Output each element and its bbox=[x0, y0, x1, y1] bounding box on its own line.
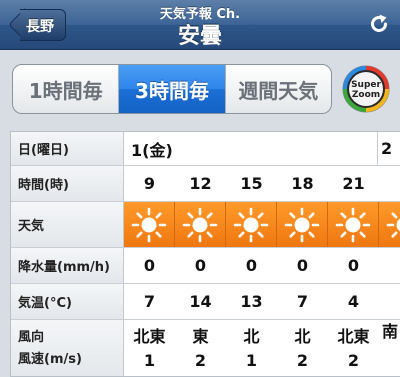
super-zoom-label-line1: Super bbox=[351, 80, 381, 90]
wind-row: 風向 風速(m/s) 北東 1 東 2 北 1 北 2 北東 2 南 bbox=[11, 320, 400, 376]
temperature-cell: 14 bbox=[189, 292, 212, 311]
super-zoom-button[interactable]: Super Zoom bbox=[342, 65, 390, 113]
time-cell: 9 bbox=[143, 174, 156, 193]
wind-direction: 北 bbox=[294, 327, 311, 346]
precipitation-row-label: 降水量(mm/h) bbox=[11, 248, 124, 283]
page-title: 安曇 bbox=[177, 24, 222, 49]
back-button-label: 長野 bbox=[26, 19, 54, 35]
date-row-label: 日(曜日) bbox=[11, 132, 124, 165]
wind-cell: 北東 1 bbox=[124, 320, 175, 376]
precipitation-row: 降水量(mm/h) 0 0 0 0 0 bbox=[11, 248, 400, 284]
wind-speed: 1 bbox=[143, 351, 156, 370]
temperature-row: 気温(°C) 7 14 13 7 4 bbox=[11, 284, 400, 320]
wind-cell: 北東 2 bbox=[328, 320, 379, 376]
time-cell: 15 bbox=[240, 174, 263, 193]
wind-speed: 1 bbox=[245, 351, 258, 370]
wind-cell: 東 2 bbox=[175, 320, 226, 376]
weather-row: 天気 bbox=[11, 202, 400, 248]
weather-row-label: 天気 bbox=[11, 202, 124, 247]
precipitation-cell: 0 bbox=[296, 256, 309, 275]
sun-icon bbox=[277, 202, 328, 247]
precipitation-cell: 0 bbox=[143, 256, 156, 275]
wind-speed-label: 風速(m/s) bbox=[18, 352, 82, 367]
temperature-cell: 4 bbox=[347, 292, 360, 311]
time-cell: 12 bbox=[189, 174, 212, 193]
wind-direction: 東 bbox=[192, 327, 209, 346]
sun-icon bbox=[379, 202, 400, 247]
sun-icon bbox=[175, 202, 226, 247]
wind-direction: 北 bbox=[243, 327, 260, 346]
wind-row-label: 風向 風速(m/s) bbox=[11, 320, 124, 376]
tab-3hourly[interactable]: 3時間毎 bbox=[118, 65, 225, 113]
sun-icon bbox=[226, 202, 277, 247]
tab-weekly[interactable]: 週間天気 bbox=[224, 65, 331, 113]
wind-cell-partial: 南 bbox=[379, 320, 400, 376]
wind-speed: 2 bbox=[194, 351, 207, 370]
navigation-bar: 長野 天気予報 Ch. 安曇 bbox=[0, 0, 400, 50]
tab-hourly[interactable]: 1時間毎 bbox=[13, 65, 118, 113]
temperature-row-label: 気温(°C) bbox=[11, 284, 124, 319]
precipitation-cell: 0 bbox=[347, 256, 360, 275]
precipitation-cell: 0 bbox=[194, 256, 207, 275]
temperature-cell: 7 bbox=[296, 292, 309, 311]
segmented-control: 1時間毎 3時間毎 週間天気 bbox=[12, 64, 332, 114]
wind-direction: 北東 bbox=[337, 327, 370, 346]
temperature-cell: 13 bbox=[240, 292, 263, 311]
forecast-table: 日(曜日) 1(金) 2 時間(時) 9 12 15 18 21 天気 降水量(… bbox=[10, 131, 400, 377]
time-cell: 21 bbox=[342, 174, 365, 193]
super-zoom-label-line2: Zoom bbox=[352, 90, 380, 100]
wind-speed: 2 bbox=[347, 351, 360, 370]
temperature-cell: 7 bbox=[143, 292, 156, 311]
date-cell: 1(金) bbox=[131, 140, 173, 160]
super-zoom-icon: Super Zoom bbox=[342, 65, 390, 113]
date-row: 日(曜日) 1(金) 2 bbox=[11, 132, 400, 166]
refresh-icon bbox=[371, 14, 387, 32]
time-row: 時間(時) 9 12 15 18 21 bbox=[11, 166, 400, 202]
date-cell-next: 2 bbox=[381, 139, 393, 158]
wind-direction: 南 bbox=[381, 322, 398, 341]
wind-direction: 北東 bbox=[133, 327, 166, 346]
date-divider bbox=[377, 132, 378, 165]
time-row-label: 時間(時) bbox=[11, 166, 124, 201]
sun-icon bbox=[328, 202, 379, 247]
time-cell: 18 bbox=[291, 174, 314, 193]
wind-direction-label: 風向 bbox=[18, 330, 45, 345]
wind-speed: 2 bbox=[296, 351, 309, 370]
view-switcher: 1時間毎 3時間毎 週間天気 Super Zoom bbox=[0, 51, 400, 129]
refresh-button[interactable] bbox=[368, 13, 390, 35]
sun-icon bbox=[124, 202, 175, 247]
wind-cell: 北 1 bbox=[226, 320, 277, 376]
wind-cell: 北 2 bbox=[277, 320, 328, 376]
precipitation-cell: 0 bbox=[245, 256, 258, 275]
